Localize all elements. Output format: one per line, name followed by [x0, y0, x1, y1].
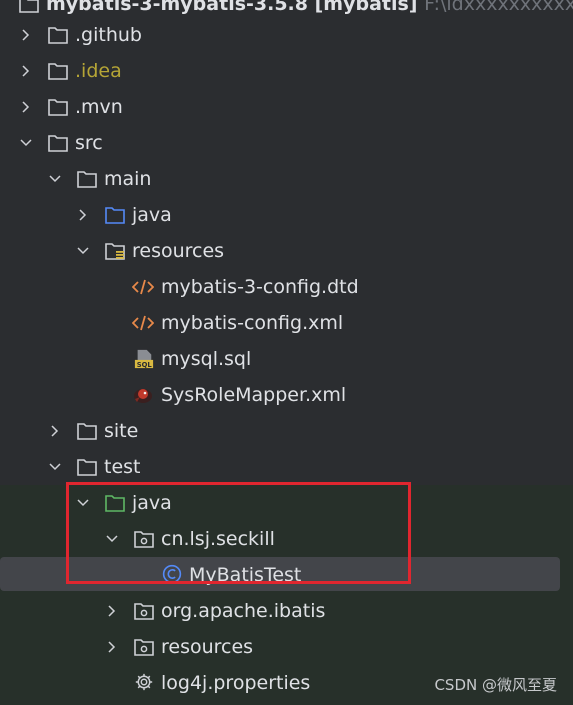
package-icon [134, 603, 154, 620]
xml-code-icon [132, 279, 154, 295]
project-tree: mybatis-3-mybatis-3.5.8 [mybatis] F:\idx… [0, 0, 573, 705]
tree-item-test[interactable]: test [0, 449, 573, 485]
chevron-right-icon[interactable] [20, 29, 32, 41]
chevron-right-icon[interactable] [106, 641, 118, 653]
tree-item-test-java[interactable]: java [0, 485, 573, 521]
tree-item-main-resources[interactable]: resources [0, 233, 573, 269]
tree-item-label: resources [161, 636, 254, 658]
tree-item-label: .idea [75, 60, 122, 82]
tree-item-label: main [104, 168, 152, 190]
chevron-right-icon[interactable] [49, 425, 61, 437]
tree-item-idea[interactable]: .idea [0, 53, 573, 89]
chevron-right-icon[interactable] [106, 605, 118, 617]
folder-icon [48, 135, 68, 152]
tree-item-label: resources [132, 240, 225, 262]
chevron-down-icon[interactable] [20, 137, 32, 149]
project-root-path: F:\idxxxxxxxxxxxx [424, 0, 573, 15]
chevron-right-icon[interactable] [77, 209, 89, 221]
chevron-down-icon[interactable] [77, 245, 89, 257]
tree-item-sysrolemapper[interactable]: SysRoleMapper.xml [0, 377, 573, 413]
chevron-right-icon[interactable] [20, 101, 32, 113]
tree-item-label: cn.lsj.seckill [161, 528, 275, 550]
tree-item-mysql-sql[interactable]: SQL mysql.sql [0, 341, 573, 377]
tree-item-github[interactable]: .github [0, 17, 573, 53]
folder-icon [77, 459, 97, 476]
tree-item-label: java [132, 492, 172, 514]
svg-text:SQL: SQL [137, 361, 153, 369]
xml-code-icon [132, 315, 154, 331]
folder-icon [77, 423, 97, 440]
tree-item-main[interactable]: main [0, 161, 573, 197]
folder-icon [48, 99, 68, 116]
tree-item-label: .github [75, 24, 142, 46]
tree-item-label: SysRoleMapper.xml [161, 384, 347, 406]
tree-item-label: mybatis-config.xml [161, 312, 344, 334]
project-root-label: mybatis-3-mybatis-3.5.8 [mybatis] [46, 0, 418, 15]
tree-item-main-java[interactable]: java [0, 197, 573, 233]
tree-item-label: mybatis-3-config.dtd [161, 276, 359, 298]
tree-item-label: MyBatisTest [189, 564, 302, 586]
tree-item-test-resources[interactable]: resources [0, 629, 573, 665]
folder-icon [48, 27, 68, 44]
folder-icon [77, 171, 97, 188]
folder-icon [48, 63, 68, 80]
package-icon [134, 639, 154, 656]
sql-file-icon: SQL [134, 349, 154, 369]
project-folder-icon [19, 0, 39, 13]
chevron-down-icon[interactable] [49, 461, 61, 473]
tree-item-mvn[interactable]: .mvn [0, 89, 573, 125]
resources-folder-icon [105, 243, 125, 260]
java-class-icon [162, 564, 182, 584]
tree-item-label: site [104, 420, 139, 442]
tree-item-config-dtd[interactable]: mybatis-3-config.dtd [0, 269, 573, 305]
tree-item-label: java [132, 204, 172, 226]
tree-item-label: .mvn [75, 96, 123, 118]
chevron-right-icon[interactable] [20, 65, 32, 77]
tree-item-label: org.apache.ibatis [161, 600, 326, 622]
source-folder-icon [105, 207, 125, 224]
chevron-down-icon[interactable] [77, 497, 89, 509]
mybatis-bird-icon [134, 389, 152, 403]
tree-item-package-ibatis[interactable]: org.apache.ibatis [0, 593, 573, 629]
package-icon [134, 531, 154, 548]
chevron-down-icon[interactable] [106, 533, 118, 545]
chevron-down-icon[interactable] [49, 173, 61, 185]
csdn-watermark: CSDN @微风至夏 [434, 676, 557, 694]
tree-item-package-seckill[interactable]: cn.lsj.seckill [0, 521, 573, 557]
tree-item-site[interactable]: site [0, 413, 573, 449]
tree-item-label: log4j.properties [161, 672, 311, 694]
gear-icon [135, 673, 153, 691]
tree-item-label: mysql.sql [161, 348, 252, 370]
test-source-folder-icon [105, 495, 125, 512]
tree-item-mybatistest[interactable]: MyBatisTest [0, 557, 573, 593]
tree-item-src[interactable]: src [0, 125, 573, 161]
tree-item-config-xml[interactable]: mybatis-config.xml [0, 305, 573, 341]
tree-item-label: src [75, 132, 103, 154]
tree-item-label: test [104, 456, 141, 478]
